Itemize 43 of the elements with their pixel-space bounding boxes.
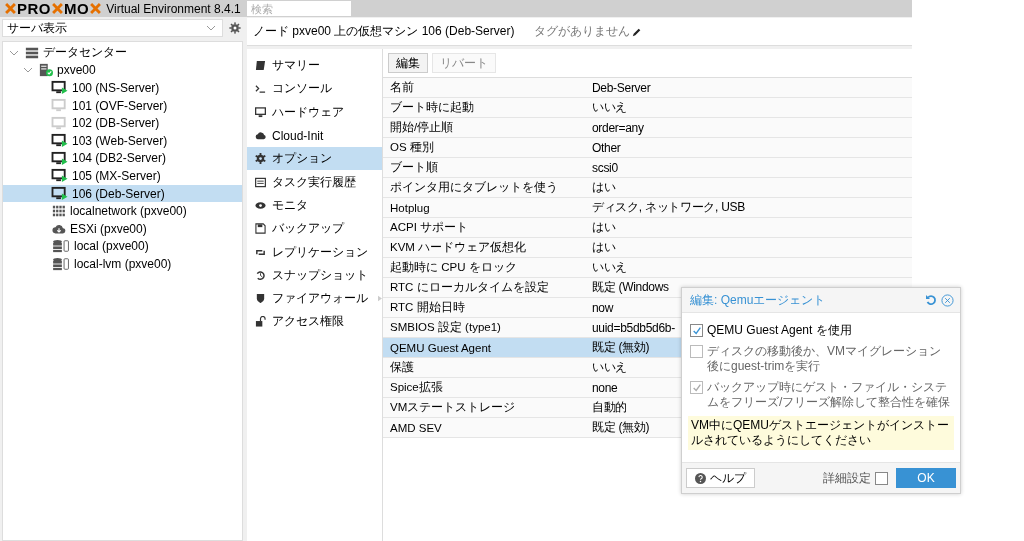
checkbox-label: QEMU Guest Agent を使用: [707, 323, 852, 338]
option-value: ディスク, ネットワーク, USB: [592, 199, 745, 216]
info-note: VM中にQEMUゲストエージェントがインストールされているようにしてください: [688, 416, 954, 450]
option-value: 既定 (無効): [592, 419, 650, 436]
option-name: 名前: [389, 80, 415, 95]
advanced-label: 詳細設定: [823, 469, 871, 487]
option-value: 既定 (無効): [592, 339, 650, 356]
option-value: 既定 (Windows: [592, 279, 669, 296]
option-name: AMD SEV: [389, 421, 443, 434]
option-name: VMステートストレージ: [389, 400, 517, 415]
option-value: いいえ: [592, 359, 628, 376]
option-name: ACPI サポート: [389, 220, 470, 235]
option-name: ブート時に起動: [389, 100, 475, 115]
option-name: RTC 開始日時: [389, 300, 466, 315]
option-value: none: [592, 380, 618, 395]
logo: PRO MO: [4, 0, 103, 17]
option-value: 自動的: [592, 399, 628, 416]
option-value: scsi0: [592, 160, 618, 175]
option-name: SMBIOS 設定 (type1): [389, 320, 502, 335]
option-name: 開始/停止順: [389, 120, 455, 135]
option-value: order=any: [592, 120, 644, 135]
option-name: 保護: [389, 360, 415, 375]
tags-text: タグがありません: [534, 23, 631, 40]
page-title: ノード pxve00 上の仮想マシン 106 (Deb-Server): [253, 23, 515, 40]
option-name: KVM ハードウェア仮想化: [389, 240, 528, 255]
option-value: uuid=b5db5d6b-: [592, 320, 675, 335]
option-value: はい: [592, 239, 616, 256]
option-name: RTC にローカルタイムを設定: [389, 280, 550, 295]
option-value: はい: [592, 179, 616, 196]
option-value: Other: [592, 140, 621, 155]
option-name: OS 種別: [389, 140, 435, 155]
option-name: ポインタ用にタブレットを使う: [389, 180, 559, 195]
option-value: now: [592, 300, 614, 315]
option-name: Hotplug: [389, 201, 431, 214]
option-value: いいえ: [592, 259, 628, 276]
option-value: はい: [592, 219, 616, 236]
option-name: ブート順: [389, 160, 439, 175]
option-name: Spice拡張: [389, 380, 444, 395]
product-version: Virtual Environment 8.4.1: [106, 1, 241, 16]
option-value: Deb-Server: [592, 80, 651, 95]
option-name: 起動時に CPU をロック: [389, 260, 518, 275]
option-name: QEMU Guest Agent: [389, 341, 492, 354]
option-value: いいえ: [592, 99, 628, 116]
